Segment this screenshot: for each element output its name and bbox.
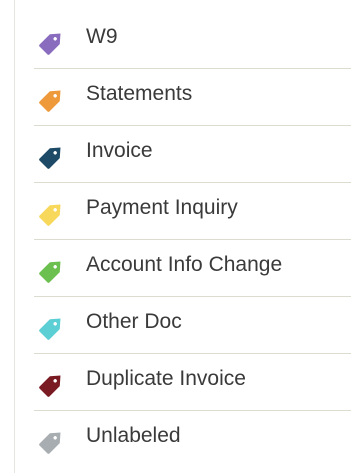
- label-name: Duplicate Invoice: [86, 367, 246, 390]
- label-name: W9: [86, 25, 118, 48]
- label-item-unlabeled[interactable]: Unlabeled: [34, 411, 351, 468]
- label-name: Other Doc: [86, 310, 182, 333]
- label-list: W9 Statements Invoice Payment Inquiry Ac…: [34, 12, 351, 468]
- tag-icon: [37, 141, 67, 171]
- tag-icon: [37, 255, 67, 285]
- tag-icon: [37, 84, 67, 114]
- label-name: Unlabeled: [86, 424, 181, 447]
- label-name: Account Info Change: [86, 253, 283, 276]
- label-item-account-info-change[interactable]: Account Info Change: [34, 240, 351, 297]
- label-name: Payment Inquiry: [86, 196, 238, 219]
- label-name: Invoice: [86, 139, 153, 162]
- label-item-other-doc[interactable]: Other Doc: [34, 297, 351, 354]
- tag-icon: [37, 198, 67, 228]
- label-item-statements[interactable]: Statements: [34, 69, 351, 126]
- label-item-w9[interactable]: W9: [34, 12, 351, 69]
- label-name: Statements: [86, 82, 193, 105]
- labels-panel: W9 Statements Invoice Payment Inquiry Ac…: [14, 0, 351, 473]
- label-item-invoice[interactable]: Invoice: [34, 126, 351, 183]
- label-item-payment-inquiry[interactable]: Payment Inquiry: [34, 183, 351, 240]
- tag-icon: [37, 312, 67, 342]
- tag-icon: [37, 27, 67, 57]
- label-item-duplicate-invoice[interactable]: Duplicate Invoice: [34, 354, 351, 411]
- tag-icon: [37, 426, 67, 456]
- tag-icon: [37, 369, 67, 399]
